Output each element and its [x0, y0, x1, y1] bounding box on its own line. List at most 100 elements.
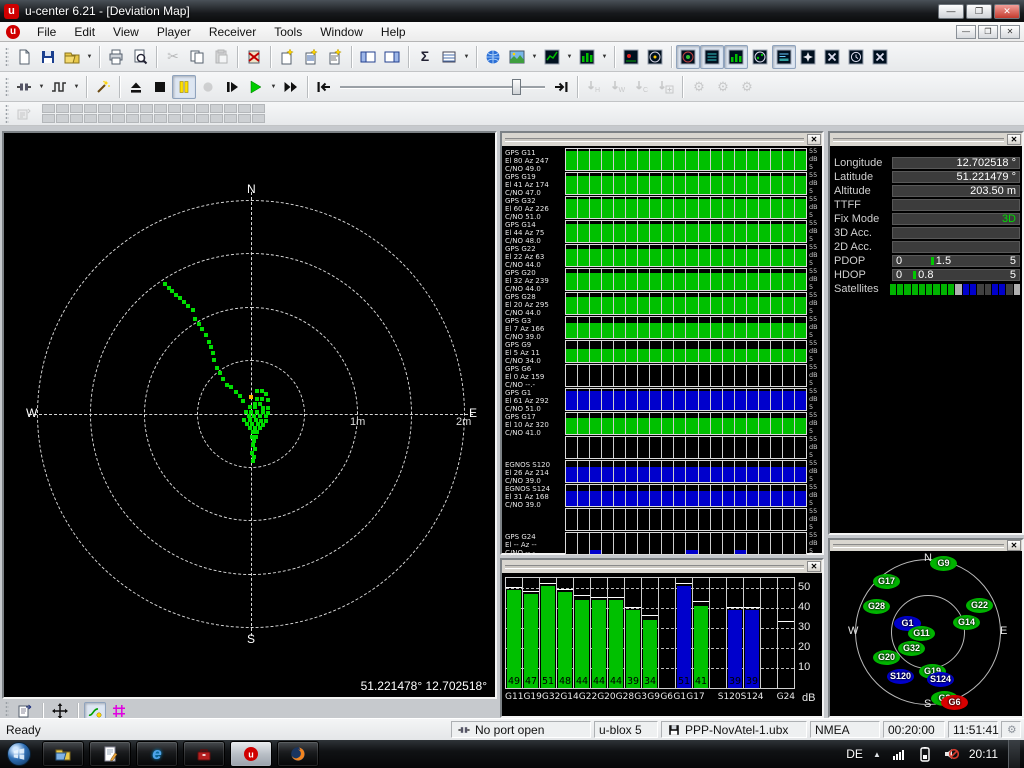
message-toggle-cell[interactable] [154, 104, 167, 113]
pause-button[interactable] [172, 75, 196, 99]
step-button[interactable] [220, 75, 244, 99]
menu-edit[interactable]: Edit [65, 23, 104, 41]
position-panel-close-button[interactable]: ✕ [1007, 134, 1021, 145]
statistic-view-toggle[interactable] [844, 45, 868, 69]
autobaud-button[interactable] [91, 75, 115, 99]
taskbar-app-notepad[interactable] [89, 741, 131, 767]
skip-to-start-button[interactable] [312, 75, 336, 99]
deviation-map-toggle[interactable] [676, 45, 700, 69]
google-earth-button[interactable] [481, 45, 505, 69]
splitter-groove[interactable] [505, 565, 804, 569]
packet-console-toggle[interactable] [796, 45, 820, 69]
map-button-dropdown[interactable]: ▼ [529, 45, 540, 69]
message-toggle-cell[interactable] [56, 114, 69, 123]
menu-view[interactable]: View [104, 23, 148, 41]
message-toggle-cell[interactable] [112, 114, 125, 123]
chart-button[interactable] [540, 45, 564, 69]
menu-tools[interactable]: Tools [265, 23, 311, 41]
new-file-button[interactable] [12, 45, 36, 69]
message-toggle-cell[interactable] [196, 114, 209, 123]
baudrate-button-dropdown[interactable]: ▼ [71, 75, 82, 99]
volume-muted-icon[interactable] [943, 746, 959, 762]
battery-icon[interactable] [917, 746, 933, 762]
taskbar-app-internet-explorer[interactable]: e [136, 741, 178, 767]
message-toggle-cell[interactable] [252, 114, 265, 123]
message-toggle-cell[interactable] [196, 104, 209, 113]
open-button-dropdown[interactable]: ▼ [84, 45, 95, 69]
taskbar-app-toolbox[interactable] [183, 741, 225, 767]
message-toggle-cell[interactable] [140, 114, 153, 123]
menu-file[interactable]: File [28, 23, 65, 41]
clear-log-button[interactable] [242, 45, 266, 69]
taskbar-app-u-center[interactable]: u [230, 741, 272, 767]
satellite-panel-close-button[interactable]: ✕ [807, 134, 821, 145]
splitter-groove[interactable] [833, 544, 1004, 548]
message-toggle-cell[interactable] [238, 114, 251, 123]
stop-button[interactable] [148, 75, 172, 99]
splitter-groove[interactable] [505, 138, 804, 142]
language-indicator[interactable]: DE [846, 747, 863, 761]
print-preview-button[interactable] [128, 45, 152, 69]
message-toggle-cell[interactable] [252, 104, 265, 113]
com-port-button[interactable] [12, 75, 36, 99]
eject-button[interactable] [124, 75, 148, 99]
message-toggle-cell[interactable] [42, 114, 55, 123]
message-toggle-cell[interactable] [210, 104, 223, 113]
taskbar-app-explorer[interactable] [42, 741, 84, 767]
sky-panel-close-button[interactable]: ✕ [1007, 540, 1021, 551]
message-toggle-cell[interactable] [112, 104, 125, 113]
message-toggle-cell[interactable] [56, 104, 69, 113]
message-toggle-cell[interactable] [98, 104, 111, 113]
skip-to-end-button[interactable] [549, 75, 573, 99]
menu-help[interactable]: Help [372, 23, 415, 41]
new-log-button[interactable] [275, 45, 299, 69]
slider-thumb[interactable] [512, 79, 521, 95]
menu-window[interactable]: Window [311, 23, 372, 41]
histogram-view-toggle[interactable] [724, 45, 748, 69]
open-button[interactable] [60, 45, 84, 69]
play-button[interactable] [244, 75, 268, 99]
taskbar-app-firefox[interactable] [277, 741, 319, 767]
message-toggle-cell[interactable] [126, 104, 139, 113]
chart-panel-close-button[interactable]: ✕ [807, 561, 821, 572]
statistics-button[interactable]: Σ [413, 45, 437, 69]
show-desktop-button[interactable] [1008, 740, 1020, 768]
compass-view-button[interactable] [643, 45, 667, 69]
chart-button-dropdown[interactable]: ▼ [564, 45, 575, 69]
message-toggle-cell[interactable] [168, 114, 181, 123]
mdi-restore-button[interactable]: ❐ [978, 25, 998, 39]
message-toggle-cell[interactable] [70, 114, 83, 123]
copy-button[interactable] [185, 45, 209, 69]
message-toggle-cell[interactable] [70, 104, 83, 113]
start-button[interactable] [2, 741, 36, 767]
data-view-toggle[interactable] [700, 45, 724, 69]
message-toggle-cell[interactable] [182, 104, 195, 113]
dock-right-button[interactable] [380, 45, 404, 69]
camera-view-button[interactable] [619, 45, 643, 69]
com-port-button-dropdown[interactable]: ▼ [36, 75, 47, 99]
dock-left-button[interactable] [356, 45, 380, 69]
binary-console-toggle[interactable] [820, 45, 844, 69]
baudrate-button[interactable] [47, 75, 71, 99]
close-views-toggle[interactable] [868, 45, 892, 69]
print-button[interactable] [104, 45, 128, 69]
sky-view-toggle[interactable] [748, 45, 772, 69]
map-button[interactable] [505, 45, 529, 69]
fast-forward-button[interactable] [279, 75, 303, 99]
minimize-button[interactable]: — [938, 4, 964, 19]
message-toggle-cell[interactable] [42, 104, 55, 113]
table-view-button[interactable] [437, 45, 461, 69]
histogram-button[interactable] [575, 45, 599, 69]
message-toggle-cell[interactable] [238, 104, 251, 113]
message-toggle-cell[interactable] [182, 114, 195, 123]
mdi-close-button[interactable]: ✕ [1000, 25, 1020, 39]
network-signal-icon[interactable] [891, 746, 907, 762]
message-toggle-cell[interactable] [168, 104, 181, 113]
playback-position-slider[interactable] [340, 75, 545, 99]
message-toggle-cell[interactable] [210, 114, 223, 123]
new-calendar-button[interactable] [299, 45, 323, 69]
save-button[interactable] [36, 45, 60, 69]
message-toggle-cell[interactable] [224, 114, 237, 123]
new-list-button[interactable] [323, 45, 347, 69]
messages-view-toggle[interactable] [772, 45, 796, 69]
